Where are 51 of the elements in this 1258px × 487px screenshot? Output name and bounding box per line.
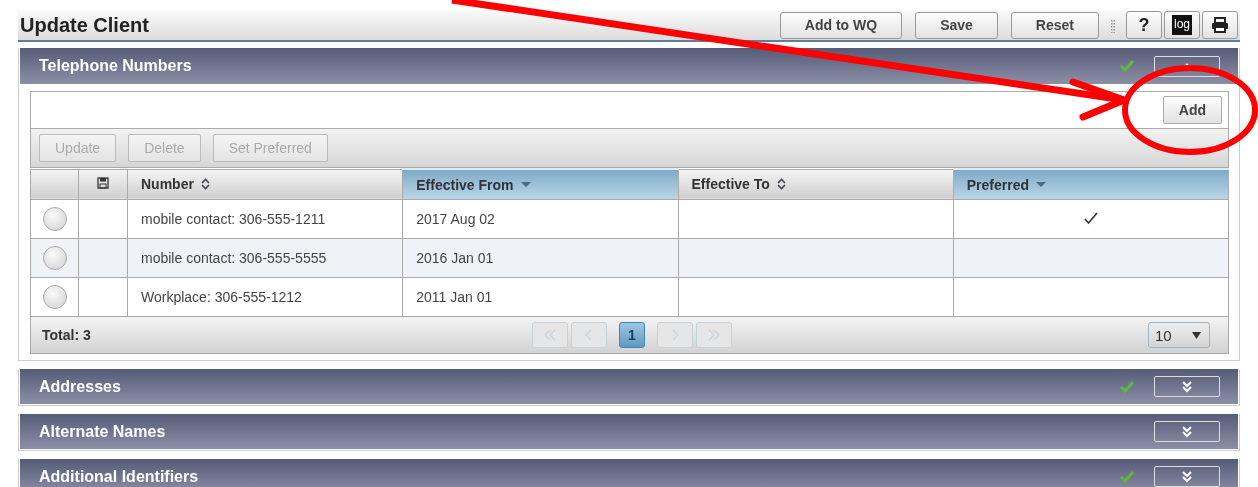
expand-icon (1181, 380, 1193, 393)
double-left-icon (543, 329, 557, 341)
save-icon (97, 177, 109, 190)
sort-down-icon (520, 181, 531, 188)
column-header[interactable]: Effective To (678, 169, 954, 200)
expand-icon (1181, 425, 1193, 438)
section-title: Additional Identifiers (39, 467, 200, 486)
right-icon (671, 329, 679, 341)
toggle-button[interactable] (1154, 376, 1220, 397)
page-title: Update Client (19, 13, 149, 37)
header-button[interactable]: Add to WQ (779, 11, 903, 39)
radio-button[interactable] (42, 246, 67, 270)
section-title: Alternate Names (39, 422, 167, 441)
section-title: Telephone Numbers (39, 57, 193, 75)
page-size-select[interactable]: 10 (1148, 322, 1210, 348)
table-cell: 2017 Aug 02 (402, 199, 678, 239)
page-button[interactable]: 1 (619, 322, 645, 348)
dropdown-icon (1192, 331, 1201, 339)
table-cell: mobile contact: 306-555-1211 (127, 199, 403, 239)
table-cell: Workplace: 306-555-1212 (127, 277, 403, 317)
table-cell: 2016 Jan 01 (402, 238, 678, 278)
next-page-button[interactable] (657, 322, 693, 348)
first-page-button[interactable] (532, 322, 568, 348)
sort-down-icon (1036, 181, 1046, 188)
header-button[interactable]: Save (915, 11, 998, 39)
toggle-button[interactable] (1154, 466, 1220, 487)
add-button[interactable]: Add (1162, 96, 1222, 124)
expand-icon (1181, 470, 1193, 483)
section-title: Addresses (39, 377, 122, 396)
log-button[interactable]: log (1164, 11, 1200, 39)
sort-icon (200, 178, 210, 191)
double-right-icon (707, 329, 721, 341)
previous-page-button[interactable] (571, 322, 607, 348)
column-header[interactable]: Number (127, 169, 403, 200)
table-cell: mobile contact: 306-555-5555 (127, 238, 403, 278)
help-button[interactable]: ? (1126, 11, 1162, 39)
radio-button[interactable] (42, 207, 67, 231)
header-button[interactable]: Reset (1010, 11, 1099, 39)
left-icon (585, 329, 593, 341)
print-button[interactable] (1202, 11, 1238, 39)
toggle-button[interactable] (1154, 421, 1220, 442)
table-cell: 2011 Jan 01 (402, 277, 678, 317)
column-header[interactable]: Effective From (402, 169, 678, 200)
last-page-button[interactable] (696, 322, 732, 348)
print-icon (1211, 17, 1229, 33)
total-count: Total: 3 (42, 327, 92, 343)
sort-icon (776, 178, 786, 191)
toggle-button[interactable] (1154, 55, 1220, 77)
column-header[interactable]: Preferred (953, 169, 1229, 200)
grip-icon (1111, 17, 1115, 33)
radio-button[interactable] (42, 285, 67, 309)
